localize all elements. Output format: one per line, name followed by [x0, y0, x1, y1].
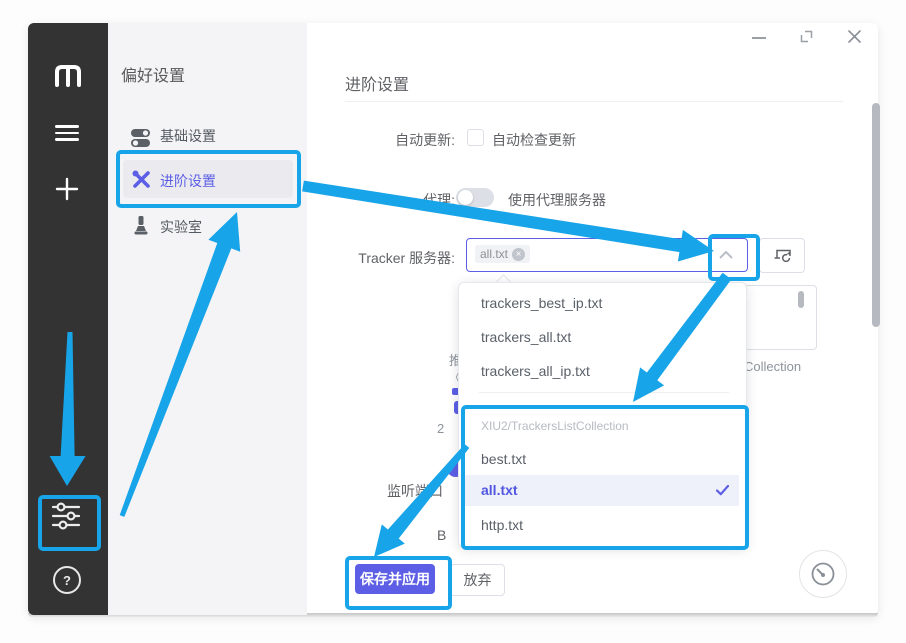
preferences-nav-panel: [108, 23, 307, 615]
tracker-selected-tag: all.txt ×: [475, 245, 530, 263]
tracker-dropdown: trackers_best_ip.txt trackers_all.txt tr…: [458, 282, 747, 548]
app-screenshot: ? 偏好设置 基础设置 进阶设置 实验室: [0, 0, 906, 643]
proxy-toggle-label: 使用代理服务器: [508, 190, 606, 210]
hidden-text-fragment-num: 2: [437, 421, 457, 436]
auto-update-checkbox-label: 自动检查更新: [492, 130, 576, 150]
nav-item-advanced-settings[interactable]: 进阶设置: [123, 160, 293, 198]
dropdown-group-title: XIU2/TrackersListCollection: [481, 419, 629, 433]
auto-update-label: 自动更新:: [345, 130, 455, 150]
description-fragment-2: 《: [449, 367, 458, 386]
dropdown-option[interactable]: trackers_all.txt: [481, 329, 571, 345]
main-scrollbar[interactable]: [872, 103, 880, 327]
restore-icon[interactable]: [800, 30, 813, 43]
proxy-toggle[interactable]: [456, 188, 494, 207]
discard-button[interactable]: 放弃: [450, 564, 505, 596]
engine-status-button[interactable]: [799, 550, 847, 598]
check-icon: [716, 485, 729, 496]
lab-icon: [133, 216, 149, 236]
proxy-label: 代理:: [345, 190, 455, 210]
monitor-refresh-icon: [773, 248, 792, 264]
nav-item-label: 进阶设置: [160, 171, 216, 191]
dropdown-option[interactable]: best.txt: [481, 451, 526, 467]
dropdown-option-selected-row[interactable]: all.txt: [465, 475, 739, 506]
dropdown-option[interactable]: http.txt: [481, 517, 523, 533]
help-icon[interactable]: ?: [53, 566, 81, 594]
hidden-text-fragment-letter: B: [437, 527, 455, 543]
tracker-select-input[interactable]: all.txt ×: [466, 238, 748, 272]
dropdown-option[interactable]: trackers_all_ip.txt: [481, 363, 590, 379]
toggles-icon: [131, 129, 151, 147]
chevron-up-icon[interactable]: [719, 251, 733, 259]
nav-panel-title: 偏好设置: [121, 62, 185, 86]
dropdown-option[interactable]: trackers_best_ip.txt: [481, 295, 602, 311]
save-apply-button[interactable]: 保存并应用: [355, 564, 435, 594]
nav-item-basic-settings[interactable]: 基础设置: [123, 122, 293, 154]
motrix-logo-icon: [53, 63, 83, 87]
dropdown-divider: [479, 392, 729, 393]
textarea-scrollbar[interactable]: [798, 291, 804, 308]
listen-port-label: 监听端口: [345, 481, 443, 501]
auto-update-checkbox[interactable]: [467, 129, 484, 146]
tracker-description-fragment: Collection: [744, 359, 804, 374]
close-icon[interactable]: [847, 29, 862, 44]
speed-gauge-icon: [810, 561, 836, 587]
minimize-icon[interactable]: [752, 37, 766, 39]
tag-remove-icon[interactable]: ×: [512, 248, 525, 261]
tracker-server-label: Tracker 服务器:: [315, 248, 455, 268]
page-title: 进阶设置: [345, 71, 409, 95]
sync-trackers-button[interactable]: [759, 238, 805, 273]
add-task-icon[interactable]: [55, 177, 79, 201]
nav-item-lab[interactable]: 实验室: [123, 212, 293, 242]
tools-icon: [132, 170, 152, 190]
nav-item-label: 实验室: [160, 217, 202, 237]
nav-item-label: 基础设置: [160, 126, 216, 146]
dropdown-option-selected: all.txt: [481, 482, 518, 498]
task-list-icon[interactable]: [55, 125, 79, 141]
help-glyph: ?: [63, 573, 71, 588]
preferences-sliders-icon[interactable]: [51, 502, 81, 530]
tag-label: all.txt: [480, 247, 508, 261]
title-divider: [345, 101, 843, 102]
